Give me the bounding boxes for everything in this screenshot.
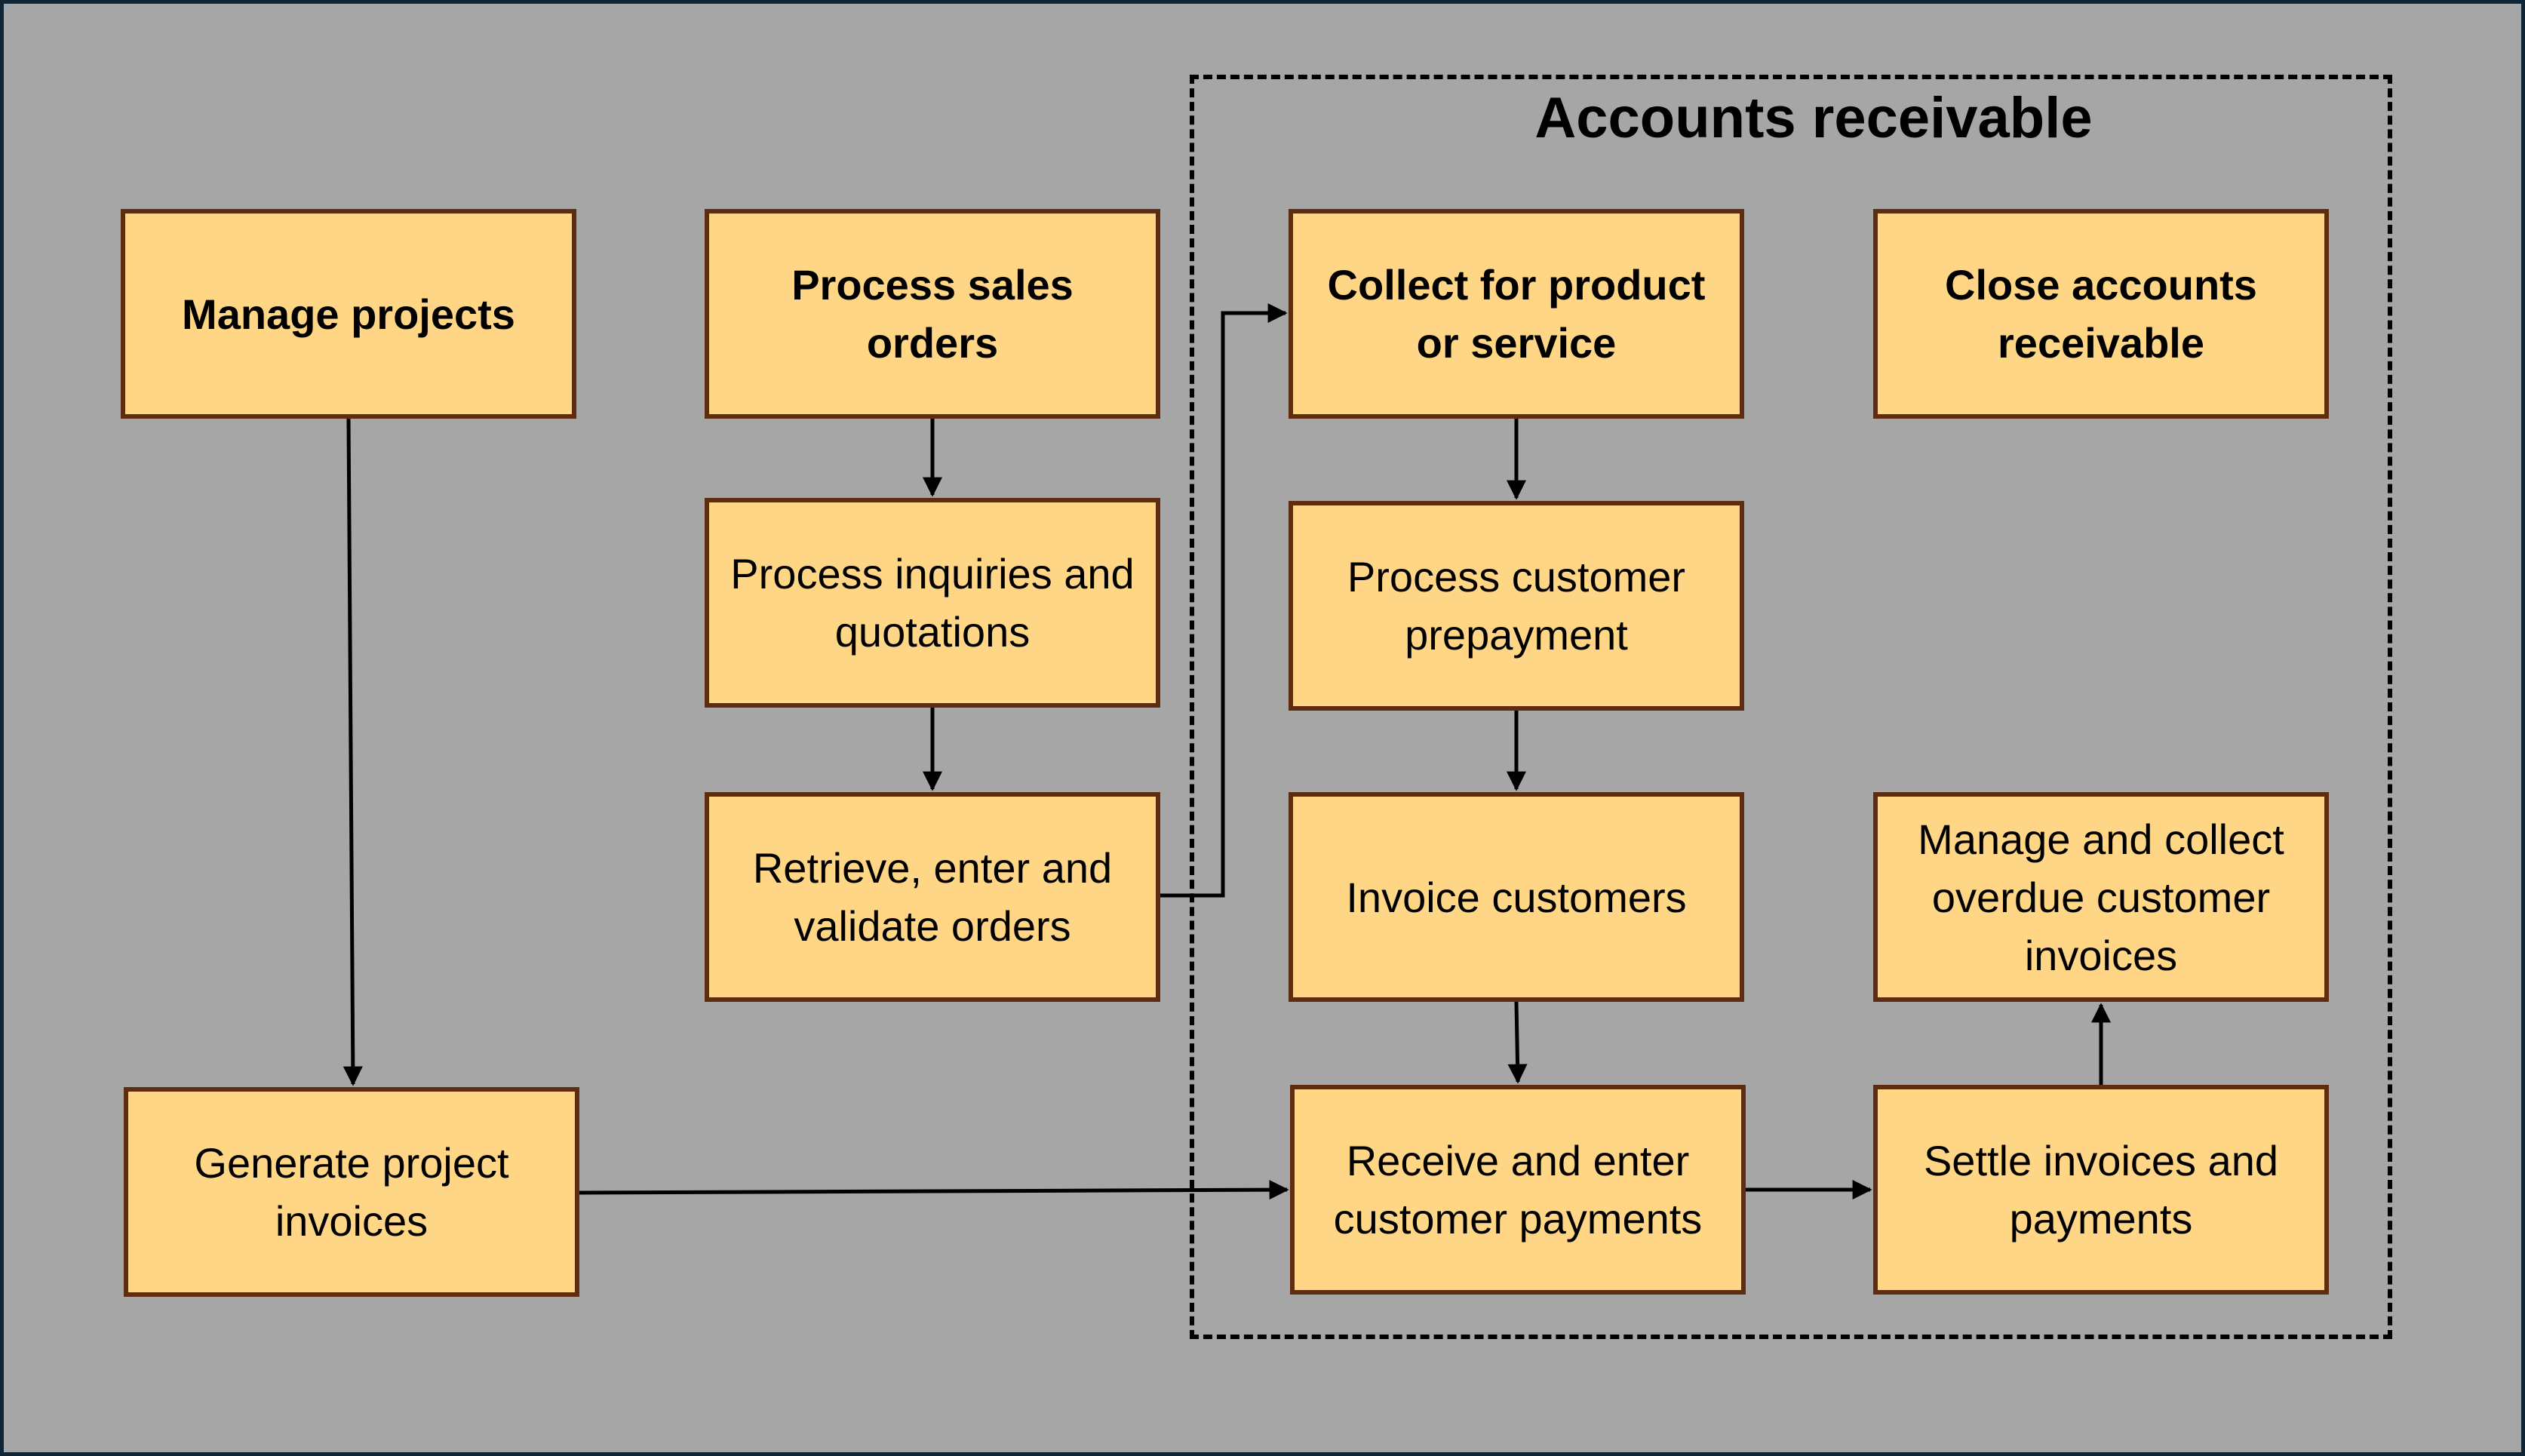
node-customer-prepayment[interactable]: Process customer prepayment (1289, 501, 1744, 711)
node-label: Settle invoices and payments (1923, 1137, 2279, 1243)
node-collect-product-service[interactable]: Collect for product or service (1289, 209, 1744, 419)
node-manage-projects[interactable]: Manage projects (121, 209, 576, 419)
node-label: Collect for product or service (1327, 261, 1706, 367)
node-settle-invoices[interactable]: Settle invoices and payments (1873, 1085, 2329, 1295)
node-label: Process customer prepayment (1347, 553, 1686, 659)
node-label: Process sales orders (791, 261, 1074, 367)
arrow-retrieve-validate-orders-to-collect-product-service (1160, 303, 1288, 898)
node-label: Receive and enter customer payments (1333, 1137, 1703, 1243)
node-receive-payments[interactable]: Receive and enter customer payments (1290, 1085, 1746, 1295)
node-label: Manage projects (182, 290, 515, 338)
arrow-generate-project-invoices-to-receive-payments (579, 1180, 1289, 1200)
node-invoice-customers[interactable]: Invoice customers (1289, 792, 1744, 1002)
node-label: Process inquiries and quotations (730, 550, 1135, 656)
node-retrieve-validate-orders[interactable]: Retrieve, enter and validate orders (705, 792, 1160, 1002)
node-label: Invoice customers (1346, 873, 1687, 921)
node-label: Manage and collect overdue customer invo… (1918, 815, 2284, 979)
arrow-manage-projects-to-generate-project-invoices (343, 418, 363, 1086)
node-manage-overdue[interactable]: Manage and collect overdue customer invo… (1873, 792, 2329, 1002)
node-inquiries-quotations[interactable]: Process inquiries and quotations (705, 498, 1160, 708)
node-close-ar[interactable]: Close accounts receivable (1873, 209, 2329, 419)
node-label: Retrieve, enter and validate orders (752, 844, 1113, 950)
arrow-invoice-customers-to-receive-payments (1507, 1001, 1528, 1084)
node-label: Close accounts receivable (1945, 261, 2257, 367)
node-generate-project-invoices[interactable]: Generate project invoices (124, 1087, 579, 1297)
diagram-canvas: Accounts receivable Manage projects Proc… (4, 4, 2521, 1452)
node-process-sales-orders[interactable]: Process sales orders (705, 209, 1160, 419)
node-label: Generate project invoices (194, 1139, 509, 1245)
